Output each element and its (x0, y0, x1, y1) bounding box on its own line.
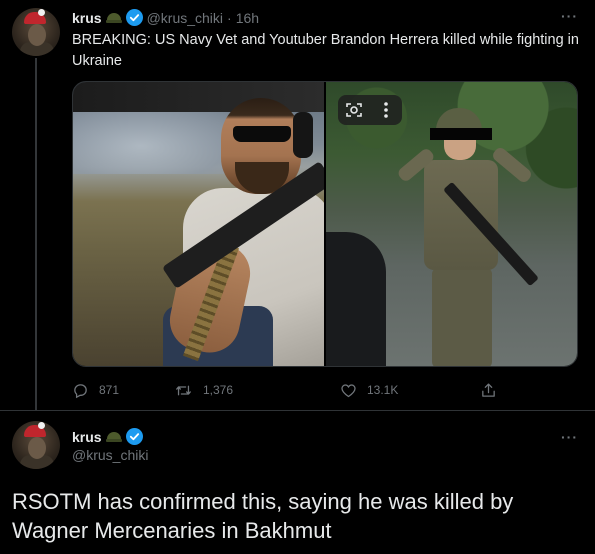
share-button[interactable] (480, 382, 497, 399)
handle[interactable]: @krus_chiki (72, 447, 148, 463)
share-icon (482, 382, 495, 397)
more-options-icon[interactable]: ··· (561, 429, 578, 445)
tweet-text: BREAKING: US Navy Vet and Youtuber Brand… (72, 32, 579, 69)
tweet-confirmation[interactable]: krus @krus_chiki ··· RSOTM has confirmed… (0, 411, 595, 554)
tweet-header: krus @krus_chiki · 16h (72, 9, 259, 26)
reply-button[interactable]: 871 (72, 382, 119, 399)
avatar[interactable] (12, 8, 60, 56)
display-name[interactable]: krus (72, 429, 102, 445)
retweet-button[interactable]: 1,376 (174, 382, 233, 399)
tweet-breaking[interactable]: krus @krus_chiki · 16h ··· BREAKING: US … (0, 0, 595, 410)
like-button[interactable]: 13.1K (340, 382, 398, 399)
verified-badge-icon (125, 9, 143, 26)
helmet-emoji-icon (105, 430, 122, 444)
helmet-emoji-icon (105, 11, 122, 25)
timestamp[interactable]: 16h (236, 10, 259, 26)
like-count: 13.1K (367, 383, 399, 397)
more-options-icon[interactable]: ··· (561, 8, 578, 24)
tweet-text: RSOTM has confirmed this, saying he was … (12, 489, 514, 543)
tweet-action-bar: 871 1,376 13.1K (72, 380, 502, 400)
vertical-dots-icon[interactable] (374, 98, 398, 122)
verified-badge-icon (125, 428, 143, 445)
reply-count: 871 (99, 383, 120, 397)
comment-icon (74, 383, 87, 398)
media-overlay-toolbar (338, 95, 402, 125)
retweet-icon (176, 385, 191, 395)
retweet-count: 1,376 (203, 383, 234, 397)
photo-man-with-machine-gun[interactable] (73, 82, 324, 366)
thread-connector-line (35, 58, 37, 410)
tweet-header: krus (72, 428, 143, 445)
google-lens-icon[interactable] (342, 98, 366, 122)
tweet-media[interactable] (72, 81, 578, 367)
dot-separator: · (227, 9, 232, 26)
avatar[interactable] (12, 421, 60, 469)
display-name[interactable]: krus (72, 10, 102, 26)
handle[interactable]: @krus_chiki (147, 10, 223, 26)
heart-icon (341, 383, 356, 397)
